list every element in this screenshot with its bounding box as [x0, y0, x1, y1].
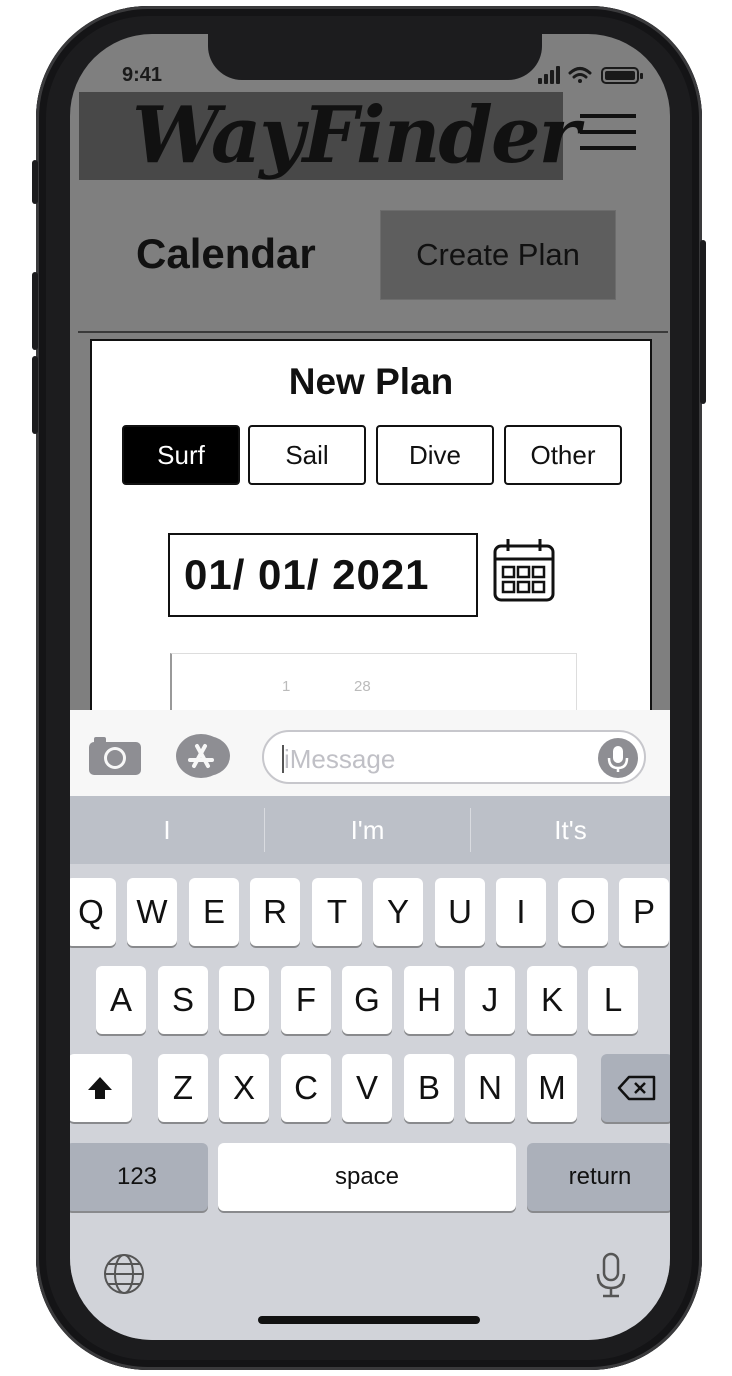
- key-h[interactable]: H: [404, 966, 454, 1034]
- camera-icon[interactable]: [88, 736, 142, 776]
- app-store-icon[interactable]: [176, 734, 226, 778]
- power-button: [700, 240, 706, 404]
- key-u[interactable]: U: [435, 878, 485, 946]
- picker-fragment: 1: [282, 678, 291, 695]
- key-s[interactable]: S: [158, 966, 208, 1034]
- activity-dive-button[interactable]: Dive: [376, 425, 494, 485]
- date-field[interactable]: 01/ 01/ 2021: [168, 533, 478, 617]
- key-n[interactable]: N: [465, 1054, 515, 1122]
- key-r[interactable]: R: [250, 878, 300, 946]
- key-w[interactable]: W: [127, 878, 177, 946]
- key-a[interactable]: A: [96, 966, 146, 1034]
- activity-surf-button[interactable]: Surf: [122, 425, 240, 485]
- microphone-icon[interactable]: [594, 1252, 628, 1298]
- phone-screen: 9:41 WayFinder Calendar Create Plan New …: [70, 34, 670, 1340]
- page-title: Calendar: [136, 230, 316, 277]
- wifi-icon: [568, 67, 592, 83]
- numbers-key[interactable]: 123: [70, 1143, 208, 1211]
- volume-down-button: [32, 356, 38, 434]
- key-t[interactable]: T: [312, 878, 362, 946]
- key-x[interactable]: X: [219, 1054, 269, 1122]
- key-y[interactable]: Y: [373, 878, 423, 946]
- header-divider: [78, 331, 668, 333]
- status-icons: [538, 66, 643, 84]
- status-time: 9:41: [122, 64, 163, 86]
- create-plan-button[interactable]: Create Plan: [380, 210, 616, 300]
- key-j[interactable]: J: [465, 966, 515, 1034]
- picker-fragment: 28: [354, 678, 371, 695]
- globe-icon[interactable]: [102, 1252, 146, 1296]
- imessage-placeholder: iMessage: [284, 744, 396, 774]
- message-bar: iMessage: [70, 710, 670, 796]
- new-plan-title: New Plan: [288, 361, 454, 402]
- dictation-icon[interactable]: [598, 738, 638, 778]
- menu-icon[interactable]: [580, 114, 636, 156]
- key-e[interactable]: E: [189, 878, 239, 946]
- key-d[interactable]: D: [219, 966, 269, 1034]
- key-l[interactable]: L: [588, 966, 638, 1034]
- activity-sail-button[interactable]: Sail: [248, 425, 366, 485]
- calendar-icon[interactable]: [492, 537, 556, 603]
- new-plan-card: New Plan Surf Sail Dive Other 01/ 01/ 20…: [90, 339, 652, 739]
- key-b[interactable]: B: [404, 1054, 454, 1122]
- return-key[interactable]: return: [527, 1143, 670, 1211]
- key-q[interactable]: Q: [70, 878, 116, 946]
- backspace-icon: [617, 1075, 656, 1101]
- backspace-key[interactable]: [601, 1054, 670, 1122]
- app-logo: WayFinder: [132, 90, 580, 181]
- suggestion-1[interactable]: I: [70, 796, 264, 864]
- home-indicator[interactable]: [258, 1316, 480, 1324]
- key-o[interactable]: O: [558, 878, 608, 946]
- key-p[interactable]: P: [619, 878, 669, 946]
- suggestion-bar: I I'm It's: [70, 796, 670, 864]
- key-g[interactable]: G: [342, 966, 392, 1034]
- space-key[interactable]: space: [218, 1143, 516, 1211]
- key-c[interactable]: C: [281, 1054, 331, 1122]
- shift-key[interactable]: [70, 1054, 132, 1122]
- suggestion-3[interactable]: It's: [471, 796, 670, 864]
- volume-up-button: [32, 272, 38, 350]
- activity-other-button[interactable]: Other: [504, 425, 622, 485]
- key-z[interactable]: Z: [158, 1054, 208, 1122]
- key-k[interactable]: K: [527, 966, 577, 1034]
- suggestion-2[interactable]: I'm: [265, 796, 470, 864]
- key-v[interactable]: V: [342, 1054, 392, 1122]
- side-button: [32, 160, 38, 204]
- key-f[interactable]: F: [281, 966, 331, 1034]
- signal-icon: [538, 66, 560, 84]
- key-i[interactable]: I: [496, 878, 546, 946]
- notch: [208, 34, 542, 80]
- key-m[interactable]: M: [527, 1054, 577, 1122]
- imessage-input[interactable]: iMessage: [262, 730, 646, 784]
- shift-icon: [88, 1077, 112, 1099]
- keyboard: I I'm It's Q W E R T Y U I O P A S D F G…: [70, 796, 670, 1340]
- battery-icon: [601, 67, 643, 84]
